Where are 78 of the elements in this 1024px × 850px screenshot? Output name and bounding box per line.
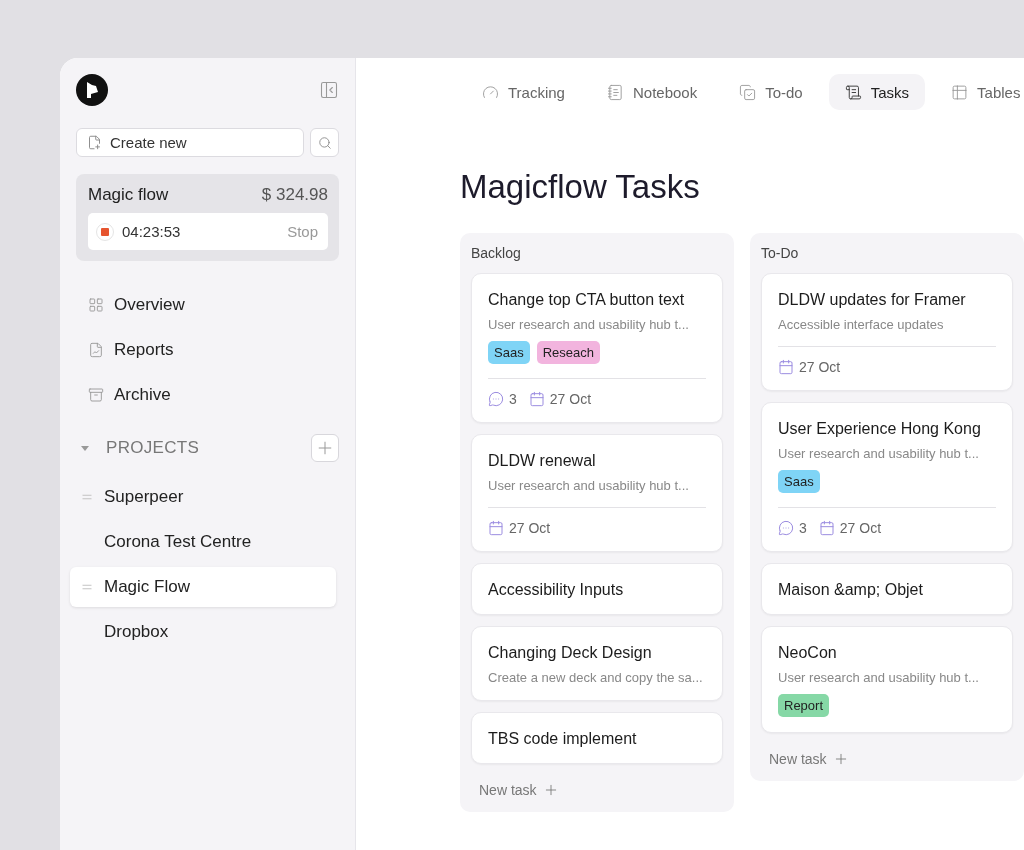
task-title: Changing Deck Design xyxy=(488,644,653,662)
caret-icon[interactable] xyxy=(80,443,90,453)
comment-icon xyxy=(778,520,794,536)
task-title: DLDW renewal xyxy=(488,452,597,470)
timer-time: 04:23:53 xyxy=(122,223,182,240)
task-card[interactable]: TBS code implement xyxy=(471,712,723,764)
task-card[interactable]: Maison &amp; Objet xyxy=(761,563,1013,615)
search-button[interactable] xyxy=(310,128,339,157)
document-icon xyxy=(844,83,862,101)
task-card[interactable]: DLDW updates for Framer Accessible interface updates 27 Oct xyxy=(761,273,1013,391)
gauge-icon xyxy=(482,83,499,101)
task-title: Change top CTA button text xyxy=(488,291,686,309)
task-title: Accessibility Inputs xyxy=(488,581,625,599)
timer-amount: $ 324.98 xyxy=(261,185,328,205)
projects-heading: PROJECTS xyxy=(106,438,201,458)
task-title: Maison &amp; Objet xyxy=(778,581,924,599)
task-card[interactable]: User Experience Hong Kong User research and usability hub t... Saas 3 27 Oct xyxy=(761,402,1013,552)
search-icon xyxy=(317,135,332,150)
due-date: 27 Oct xyxy=(549,391,592,407)
task-title: NeoCon xyxy=(778,644,838,662)
grid-icon xyxy=(88,297,104,313)
tab[interactable]: Notebook xyxy=(590,74,714,110)
task-card[interactable]: DLDW renewal User research and usability hub t... 27 Oct xyxy=(471,434,723,552)
nav-item[interactable]: Reports xyxy=(76,332,339,368)
due-date: 27 Oct xyxy=(799,359,841,375)
due-date: 27 Oct xyxy=(839,520,882,536)
task-card[interactable]: Accessibility Inputs xyxy=(471,563,723,615)
task-title: DLDW updates for Framer xyxy=(778,291,967,309)
table-icon xyxy=(951,83,969,101)
task-card[interactable]: NeoCon User research and usability hub t... Report xyxy=(761,626,1013,733)
chart-icon xyxy=(88,342,104,358)
tag: Report xyxy=(778,694,830,717)
column-title: Backlog xyxy=(471,245,522,261)
new-task-button[interactable]: New task xyxy=(479,782,559,798)
calendar-icon xyxy=(818,520,835,536)
nav-item[interactable]: Overview xyxy=(76,287,339,323)
task-description: User research and usability hub t... xyxy=(488,317,690,332)
logo-icon xyxy=(76,74,108,106)
comment-icon xyxy=(488,391,504,407)
tab[interactable]: Tasks xyxy=(828,74,926,110)
task-card[interactable]: Changing Deck Design Create a new deck and copy the sa... xyxy=(471,626,723,701)
page-title: Magicflow Tasks xyxy=(460,168,701,206)
timer-project: Magic flow xyxy=(88,185,169,205)
task-card[interactable]: Change top CTA button text User research and usability hub t... Saas Reseach 3 27 Oct xyxy=(471,273,723,423)
task-title: TBS code implement xyxy=(488,730,638,748)
create-new-button[interactable]: Create new xyxy=(76,128,304,157)
project-item[interactable]: Magic Flow xyxy=(70,567,336,607)
task-description: Create a new deck and copy the sa... xyxy=(488,670,704,685)
collapse-sidebar-button[interactable] xyxy=(319,80,339,100)
project-item[interactable]: Corona Test Centre xyxy=(70,522,336,562)
tag: Saas xyxy=(778,470,820,493)
column-title: To-Do xyxy=(761,245,800,261)
project-item[interactable]: Superpeer xyxy=(70,477,336,517)
tab[interactable]: To-do xyxy=(723,74,819,110)
task-description: User research and usability hub t... xyxy=(778,446,980,461)
tab[interactable]: Tables xyxy=(935,74,1024,110)
add-project-button[interactable] xyxy=(311,434,339,462)
nav-item[interactable]: Archive xyxy=(76,377,339,413)
task-title: User Experience Hong Kong xyxy=(778,420,982,438)
comment-count: 3 xyxy=(799,520,807,536)
project-item[interactable]: Dropbox xyxy=(70,612,336,652)
calendar-icon xyxy=(528,391,545,407)
tag: Saas xyxy=(488,341,530,364)
calendar-icon xyxy=(488,520,504,536)
notebook-icon xyxy=(606,83,624,101)
new-file-icon xyxy=(87,135,102,150)
comment-count: 3 xyxy=(509,391,517,407)
task-description: User research and usability hub t... xyxy=(778,670,980,685)
collapse-panel-icon xyxy=(319,80,339,100)
checked-copy-icon xyxy=(739,83,757,101)
due-date: 27 Oct xyxy=(509,520,551,536)
tab[interactable]: Tracking xyxy=(466,74,581,110)
task-description: User research and usability hub t... xyxy=(488,478,690,493)
archive-icon xyxy=(88,387,104,403)
calendar-icon xyxy=(778,359,794,375)
new-task-button[interactable]: New task xyxy=(769,751,849,767)
task-description: Accessible interface updates xyxy=(778,317,945,332)
tag: Reseach xyxy=(536,341,600,364)
